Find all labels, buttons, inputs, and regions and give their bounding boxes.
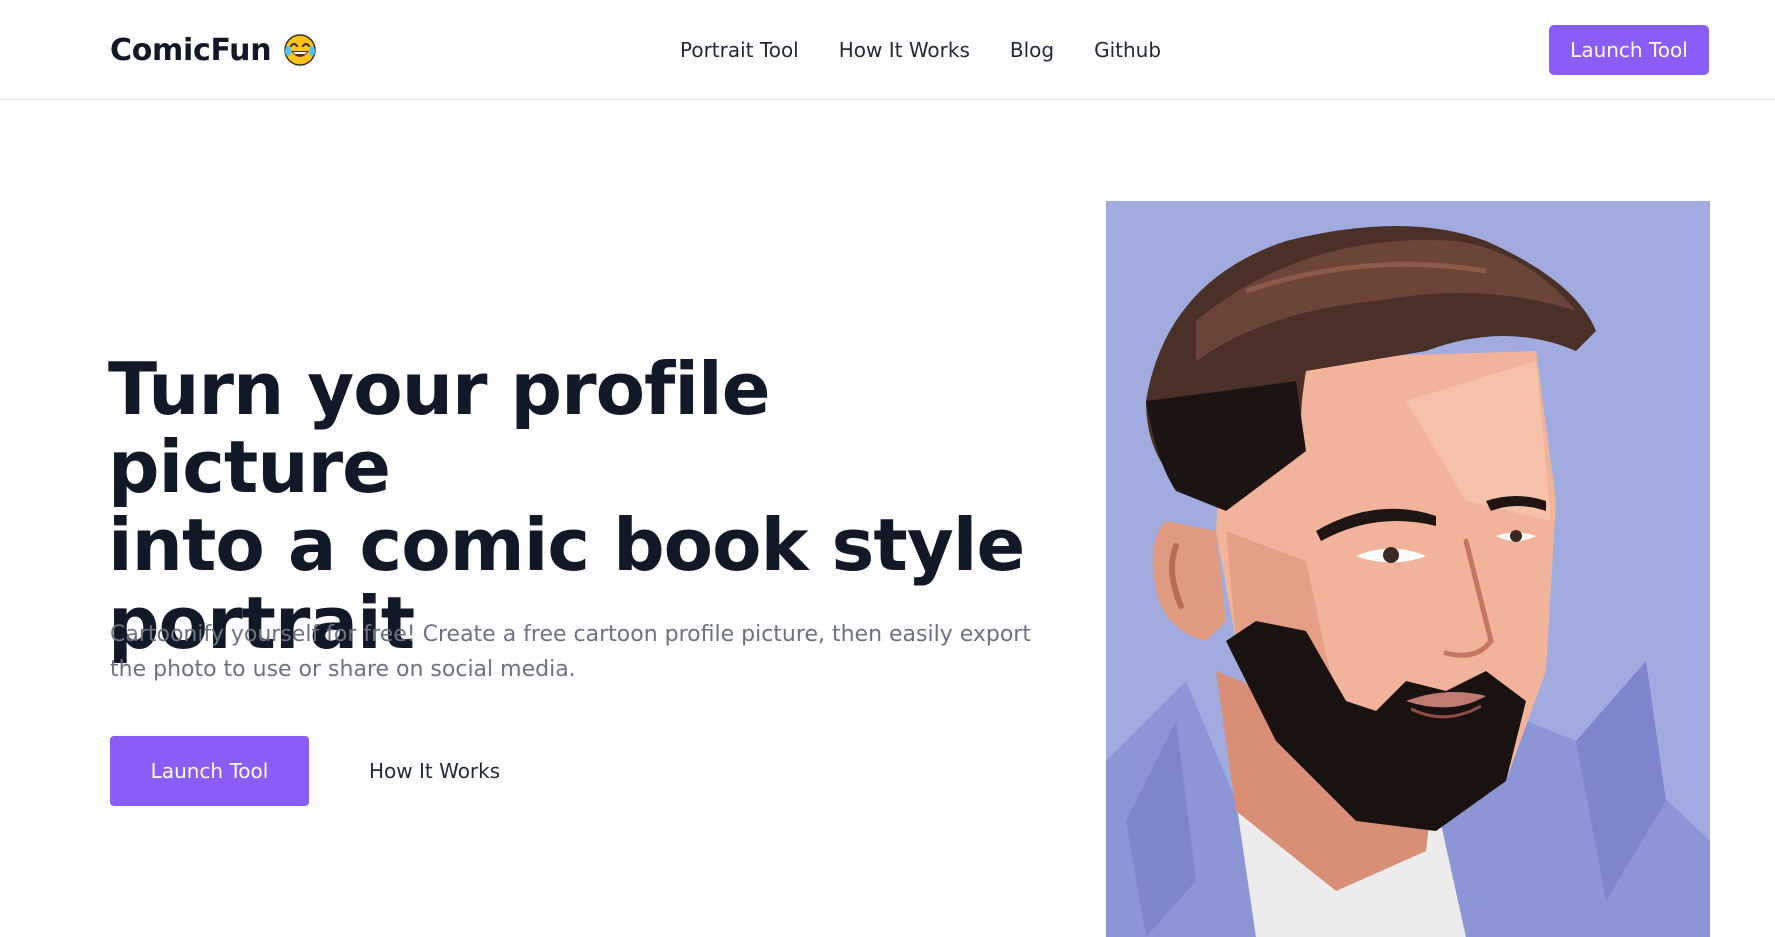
nav-blog[interactable]: Blog xyxy=(1010,38,1054,62)
hero-subtitle-line-1: Cartoonify yourself for free! Create a f… xyxy=(110,622,1031,647)
header-launch-tool-button[interactable]: Launch Tool xyxy=(1549,25,1709,75)
hero-subtitle: Cartoonify yourself for free! Create a f… xyxy=(110,617,1050,687)
nav-github[interactable]: Github xyxy=(1094,38,1161,62)
brand-name: ComicFun xyxy=(110,32,272,68)
comic-portrait-image xyxy=(1106,201,1710,937)
hero-title-line-2: into a comic book style xyxy=(108,503,1025,587)
brand-logo[interactable]: ComicFun xyxy=(110,28,317,72)
hero-launch-tool-button[interactable]: Launch Tool xyxy=(110,736,309,806)
site-header: ComicFun Portrait Tool How It Works Blog… xyxy=(0,0,1775,100)
hero-subtitle-line-2: the photo to use or share on social medi… xyxy=(110,657,576,682)
hero-title: Turn your profile picture into a comic b… xyxy=(108,350,1068,662)
nav-portrait-tool[interactable]: Portrait Tool xyxy=(680,38,799,62)
hero-how-it-works-link[interactable]: How It Works xyxy=(369,754,500,788)
hero-title-line-1: Turn your profile picture xyxy=(108,347,771,509)
nav-how-it-works[interactable]: How It Works xyxy=(839,38,970,62)
main-nav: Portrait Tool How It Works Blog Github xyxy=(680,34,1161,66)
laughing-tears-emoji-icon xyxy=(283,33,317,67)
